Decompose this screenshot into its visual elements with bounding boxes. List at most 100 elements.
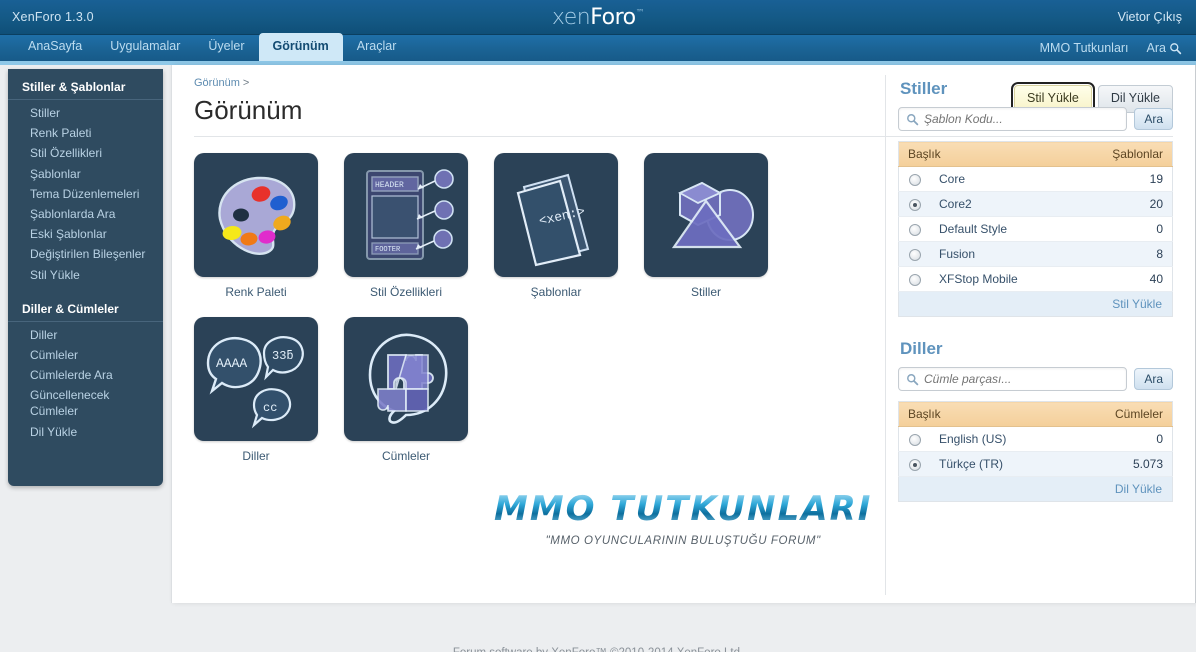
languages-row-name-1: Türkçe (TR) <box>930 451 1106 477</box>
tab-uygulamalar[interactable]: Uygulamalar <box>96 33 194 62</box>
styles-radio-cell-0[interactable] <box>898 166 930 192</box>
styles-panel-title: Stiller <box>900 79 948 98</box>
sidebar-item-renk-paleti[interactable]: Renk Paleti <box>8 123 163 143</box>
tile-stiller[interactable]: Stiller <box>644 153 768 299</box>
tile-sablonlar[interactable]: <xen:> Şablonlar <box>494 153 618 299</box>
sidebar-item-sablonlar[interactable]: Şablonlar <box>8 164 163 184</box>
radio-button[interactable] <box>909 223 921 236</box>
languages-panel: Diller Ara Başlık C <box>898 335 1173 502</box>
sidebar-item-guncellenecek-cumleler[interactable]: Güncellenecek Cümleler <box>8 385 163 421</box>
sidebar-item-sablonlarda-ara[interactable]: Şablonlarda Ara <box>8 204 163 224</box>
languages-table: Başlık Cümleler English (US) 0 Türkçe (T <box>898 401 1173 502</box>
sidebar-group-title-languages: Diller & Cümleler <box>8 299 163 322</box>
table-row[interactable]: Core2 20 <box>898 191 1173 217</box>
tile-cumleler[interactable]: Cümleler <box>344 317 468 547</box>
app-version: XenForo 1.3.0 <box>12 10 94 24</box>
tab-anasayfa[interactable]: AnaSayfa <box>14 33 96 62</box>
tile-row-1: Renk Paleti HEADER FOOTER Stil Özellikle… <box>194 153 859 299</box>
svg-text:AAAA: AAAA <box>216 356 247 371</box>
radio-button[interactable] <box>909 433 921 446</box>
tab-gorunum[interactable]: Görünüm <box>258 32 343 61</box>
table-row[interactable]: XFStop Mobile 40 <box>898 266 1173 292</box>
tile-label-diller: Diller <box>242 449 270 463</box>
sidebar-item-dil-yukle[interactable]: Dil Yükle <box>8 422 163 442</box>
tiles-area: Renk Paleti HEADER FOOTER Stil Özellikle… <box>194 153 870 565</box>
radio-button[interactable] <box>909 248 921 261</box>
styles-footer-link[interactable]: Stil Yükle <box>898 291 1173 317</box>
tab-araclar[interactable]: Araçlar <box>343 33 411 62</box>
sidebar-item-eski-sablonlar[interactable]: Eski Şablonlar <box>8 224 163 244</box>
table-row[interactable]: Core 19 <box>898 166 1173 192</box>
languages-radio-cell-0[interactable] <box>898 426 930 452</box>
sidebar-item-stiller[interactable]: Stiller <box>8 103 163 123</box>
brand-trademark: ™ <box>635 8 645 19</box>
languages-search-input[interactable] <box>924 372 1127 386</box>
styles-search-button[interactable]: Ara <box>1134 108 1173 130</box>
page-body: Stiller & Şablonlar Stiller Renk Paleti … <box>0 65 1196 612</box>
logout-link[interactable]: Vietor Çıkış <box>1118 10 1182 24</box>
radio-button[interactable] <box>909 458 921 471</box>
forum-logo: MMO TUTKUNLARI "MMO OYUNCULARININ BULUŞT… <box>494 317 872 547</box>
svg-text:FOOTER: FOOTER <box>375 246 401 254</box>
styles-row-count-2: 0 <box>1103 216 1173 242</box>
table-row[interactable]: Default Style 0 <box>898 216 1173 242</box>
sidebar-item-cumlelerde-ara[interactable]: Cümlelerde Ara <box>8 365 163 385</box>
sidebar-item-diller[interactable]: Diller <box>8 325 163 345</box>
breadcrumb-gorunum[interactable]: Görünüm <box>194 77 240 89</box>
languages-panel-title: Diller <box>900 339 943 358</box>
styles-search-input[interactable] <box>924 112 1127 126</box>
content-panel: Görünüm > Stil Yükle Dil Yükle Görünüm R… <box>171 65 1196 603</box>
languages-table-footer-row[interactable]: Dil Yükle <box>898 476 1173 502</box>
styles-table: Başlık Şablonlar Core 19 Core2 20 Defaul… <box>898 141 1173 317</box>
navbar-search-label: Ara <box>1146 41 1166 55</box>
svg-text:HEADER: HEADER <box>375 181 404 190</box>
table-row[interactable]: English (US) 0 <box>898 426 1173 452</box>
languages-footer-link[interactable]: Dil Yükle <box>898 476 1173 502</box>
sidebar-group-styles: Stiller & Şablonlar Stiller Renk Paleti … <box>8 77 163 285</box>
styles-panel: Stiller Ara Başlık <box>898 75 1173 317</box>
tile-label-renk-paleti: Renk Paleti <box>225 285 287 299</box>
styles-radio-cell-3[interactable] <box>898 241 930 267</box>
tile-label-sablonlar: Şablonlar <box>530 285 582 299</box>
table-row[interactable]: Türkçe (TR) 5.073 <box>898 451 1173 477</box>
table-row[interactable]: Fusion 8 <box>898 241 1173 267</box>
radio-button[interactable] <box>909 198 921 211</box>
styles-search-wrapper[interactable] <box>898 107 1128 131</box>
styles-row-name-3: Fusion <box>930 241 1104 267</box>
navbar-search[interactable]: Ara <box>1147 41 1182 55</box>
breadcrumb-separator: > <box>242 77 250 89</box>
tile-renk-paleti[interactable]: Renk Paleti <box>194 153 318 299</box>
tile-label-stiller: Stiller <box>690 285 721 299</box>
styles-radio-cell-2[interactable] <box>898 216 930 242</box>
tile-diller[interactable]: AAAA 33ƃ cc Diller <box>194 317 318 547</box>
tile-stil-ozellikleri[interactable]: HEADER FOOTER Stil Özellikleri <box>344 153 468 299</box>
search-icon <box>1170 42 1182 54</box>
radio-button[interactable] <box>909 173 921 186</box>
styles-row-name-0: Core <box>930 166 1104 192</box>
speech-bubbles-icon: AAAA 33ƃ cc <box>194 317 318 441</box>
sidebar-item-tema-duzenlemeleri[interactable]: Tema Düzenlemeleri <box>8 184 163 204</box>
svg-text:33ƃ: 33ƃ <box>272 349 294 363</box>
languages-search-button[interactable]: Ara <box>1134 368 1173 390</box>
styles-radio-cell-4[interactable] <box>898 266 930 292</box>
forum-link[interactable]: MMO Tutkunları <box>1040 41 1129 55</box>
tile-row-2: AAAA 33ƃ cc Diller Cümleler MMO TUTKUNLA… <box>194 317 870 547</box>
styles-row-name-4: XFStop Mobile <box>930 266 1104 292</box>
tab-uyeler[interactable]: Üyeler <box>194 33 258 62</box>
languages-search-wrapper[interactable] <box>898 367 1128 391</box>
styles-table-footer-row[interactable]: Stil Yükle <box>898 291 1173 317</box>
search-icon <box>907 113 919 125</box>
sidebar-item-stil-ozellikleri[interactable]: Stil Özellikleri <box>8 143 163 163</box>
styles-search-row: Ara <box>898 107 1173 131</box>
sidebar-item-stil-yukle[interactable]: Stil Yükle <box>8 265 163 285</box>
languages-radio-cell-1[interactable] <box>898 451 930 477</box>
radio-button[interactable] <box>909 273 921 286</box>
sidebar-item-degistirilen-bilesenler[interactable]: Değiştirilen Bileşenler <box>8 244 163 264</box>
sidebar-item-cumleler[interactable]: Cümleler <box>8 345 163 365</box>
tile-label-stil-ozellikleri: Stil Özellikleri <box>369 285 442 299</box>
style-properties-icon: HEADER FOOTER <box>344 153 468 277</box>
languages-search-row: Ara <box>898 367 1173 391</box>
languages-row-name-0: English (US) <box>930 426 1106 452</box>
styles-radio-cell-1[interactable] <box>898 191 930 217</box>
puzzle-icon <box>344 317 468 441</box>
